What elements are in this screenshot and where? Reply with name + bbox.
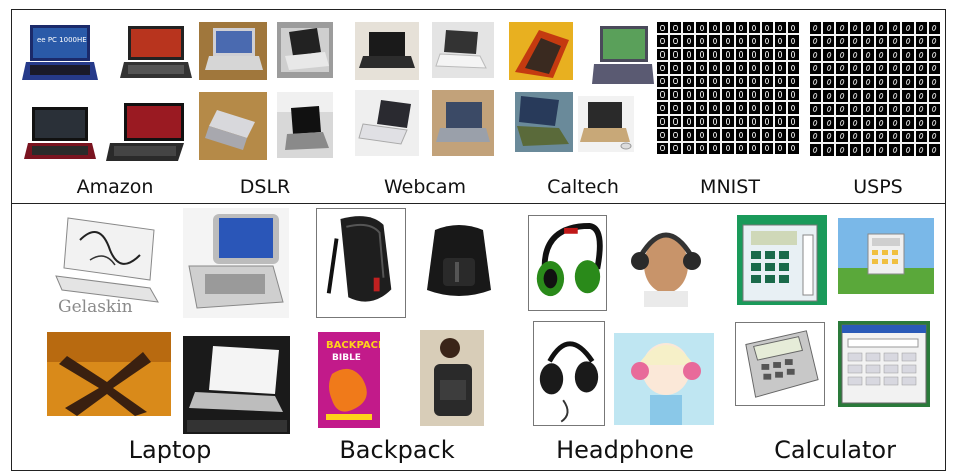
category-label-calculator: Calculator	[774, 436, 896, 464]
usps-digit-grid	[810, 22, 940, 156]
category-label-backpack: Backpack	[339, 436, 455, 464]
dslr-laptop-image-1	[199, 22, 267, 80]
panel-divider	[11, 203, 946, 204]
webcam-laptop-image-1	[355, 22, 419, 80]
laptop-category-image-2	[183, 208, 289, 318]
category-label-headphone: Headphone	[556, 436, 694, 464]
headphone-category-image-1	[528, 215, 607, 311]
headphone-category-image-3	[533, 321, 605, 426]
dslr-laptop-image-3	[199, 92, 267, 160]
headphone-category-image-4	[614, 333, 714, 425]
calculator-category-image-2	[838, 218, 934, 294]
svg-text:ee PC 1000HE: ee PC 1000HE	[37, 36, 87, 44]
category-label-laptop: Laptop	[128, 436, 212, 464]
caltech-laptop-image-3	[515, 92, 573, 152]
svg-text:BACKPACK: BACKPACK	[326, 340, 380, 351]
backpack-category-image-2	[415, 218, 503, 304]
laptop-category-image-1: Gelaskin	[50, 210, 165, 318]
laptop-category-image-4	[183, 336, 290, 434]
backpack-category-image-1	[316, 208, 406, 318]
amazon-laptop-image-3	[22, 103, 98, 165]
backpack-category-image-3: BACKPACK BIBLE	[318, 332, 380, 428]
backpack-category-image-4	[420, 330, 484, 426]
webcam-laptop-image-3	[355, 90, 419, 156]
amazon-laptop-image-4	[106, 101, 186, 165]
amazon-laptop-image-1: ee PC 1000HE	[22, 22, 98, 86]
laptop-category-image-3	[47, 332, 171, 416]
headphone-category-image-2	[618, 215, 713, 307]
domain-label-dslr: DSLR	[239, 176, 291, 198]
domain-label-usps: USPS	[853, 176, 903, 198]
calculator-category-image-1	[737, 215, 827, 305]
caltech-laptop-image-2	[590, 22, 656, 90]
svg-text:Gelaskin: Gelaskin	[58, 297, 133, 317]
domain-label-amazon: Amazon	[76, 176, 154, 198]
dslr-laptop-image-4	[277, 92, 333, 158]
domain-label-caltech: Caltech	[547, 176, 619, 198]
webcam-laptop-image-2	[432, 22, 494, 78]
webcam-laptop-image-4	[432, 90, 494, 156]
dslr-laptop-image-2	[277, 22, 333, 78]
caltech-laptop-image-4	[578, 96, 634, 152]
mnist-digit-grid	[657, 22, 799, 154]
domain-label-webcam: Webcam	[383, 176, 467, 198]
calculator-category-image-3	[735, 322, 825, 406]
calculator-category-image-4	[838, 321, 930, 407]
amazon-laptop-image-2	[118, 22, 194, 84]
svg-text:BIBLE: BIBLE	[332, 353, 361, 363]
domain-label-mnist: MNIST	[700, 176, 760, 198]
caltech-laptop-image-1	[509, 22, 573, 80]
